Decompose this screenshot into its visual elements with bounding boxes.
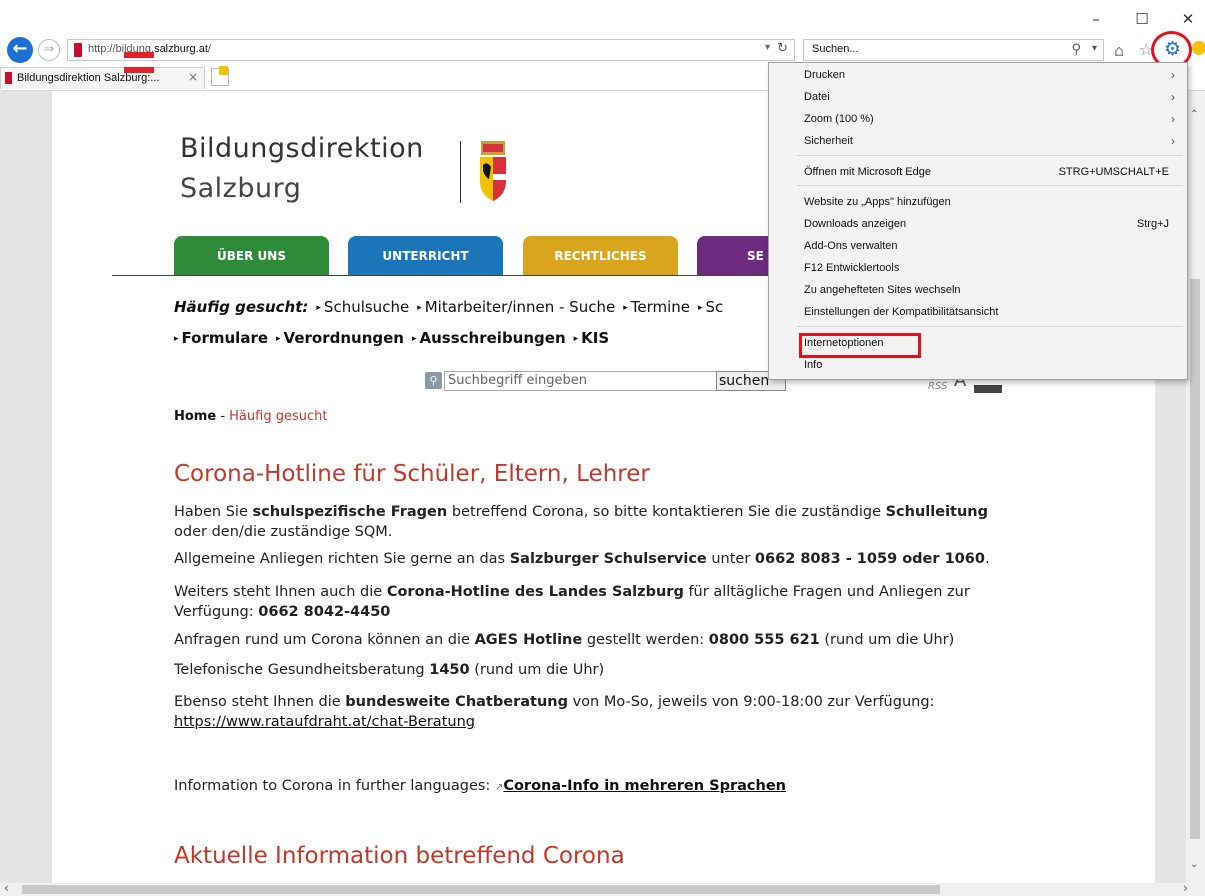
paragraph-landes-hotline: Weiters steht Ihnen auch die Corona-Hotl… <box>174 584 970 620</box>
vertical-scrollbar[interactable]: ⌃ ⌄ <box>1186 91 1205 883</box>
site-favicon-icon <box>74 43 82 57</box>
new-tab-icon <box>219 66 228 75</box>
breadcrumb: Home - Häufig gesucht <box>174 409 328 424</box>
frequent-label: Häufig gesucht: <box>174 298 309 316</box>
menu-item-datei[interactable]: Datei › <box>769 87 1187 109</box>
search-icon[interactable]: ⚲ <box>1071 42 1081 57</box>
chat-beratung-link[interactable]: https://www.rataufdraht.at/chat-Beratung <box>174 714 475 730</box>
menu-item-info[interactable]: Info <box>769 355 1187 377</box>
menu-item-downloads[interactable]: Downloads anzeigen Strg+J <box>769 214 1187 236</box>
new-tab-button[interactable] <box>211 66 229 86</box>
address-dropdown-icon[interactable]: ▾ <box>765 42 770 53</box>
horizontal-scroll-thumb[interactable] <box>22 885 940 894</box>
vertical-scroll-thumb[interactable] <box>1190 279 1200 839</box>
search-placeholder: Suchen... <box>812 43 859 55</box>
menu-item-pinned-sites[interactable]: Zu angehefteten Sites wechseln <box>769 280 1187 302</box>
breadcrumb-home[interactable]: Home <box>174 409 216 424</box>
scroll-left-icon[interactable]: ‹ <box>4 881 9 895</box>
link-formulare[interactable]: Formulare <box>182 329 268 347</box>
site-search-icon: ⚲ <box>425 372 442 389</box>
breadcrumb-current[interactable]: Häufig gesucht <box>229 409 327 424</box>
forward-icon[interactable]: ⇒ <box>38 39 60 61</box>
frequent-searches-row2: ▸ Formulare ▸ Verordnungen ▸ Ausschreibungen ▸… <box>174 329 610 347</box>
tab-active[interactable]: Bildungsdirektion Salzburg:... × <box>0 67 205 89</box>
menu-separator <box>797 185 1183 186</box>
search-input[interactable]: Suchen... ⚲ ▾ <box>803 39 1104 61</box>
paragraph-schulservice: Allgemeine Anliegen richten Sie gerne an… <box>174 551 990 567</box>
contrast-button[interactable] <box>974 385 1002 393</box>
link-ausschreibungen[interactable]: Ausschreibungen <box>420 329 566 347</box>
chevron-right-icon: › <box>1171 68 1175 82</box>
link-mitarbeiter-suche[interactable]: Mitarbeiter/innen - Suche <box>425 298 615 316</box>
scroll-down-icon[interactable]: ⌄ <box>1190 859 1198 870</box>
tab-favicon-icon <box>5 72 12 84</box>
search-dropdown-icon[interactable]: ▾ <box>1092 43 1097 54</box>
logo-flag-icon <box>124 52 154 58</box>
paragraph-1450: Telefonische Gesundheitsberatung 1450 (r… <box>174 662 605 678</box>
logo-subtitle[interactable]: Salzburg <box>180 173 301 204</box>
window-controls: – ☐ ✕ <box>1087 10 1197 32</box>
menu-item-sicherheit[interactable]: Sicherheit › <box>769 131 1187 153</box>
tab-title: Bildungsdirektion Salzburg:... <box>17 72 160 84</box>
link-termine[interactable]: Termine <box>631 298 690 316</box>
menu-item-zoom[interactable]: Zoom (100 %) › <box>769 109 1187 131</box>
scroll-right-icon[interactable]: › <box>1183 881 1188 895</box>
menu-item-f12-devtools[interactable]: F12 Entwicklertools <box>769 258 1187 280</box>
chevron-right-icon: › <box>1171 134 1175 148</box>
chevron-right-icon: › <box>1171 90 1175 104</box>
close-window-button[interactable]: ✕ <box>1179 10 1197 32</box>
home-icon[interactable]: ⌂ <box>1114 41 1124 60</box>
scroll-up-icon[interactable]: ⌃ <box>1190 109 1198 120</box>
nav-unterricht[interactable]: UNTERRICHT <box>348 236 503 276</box>
corona-info-languages-link[interactable]: Corona-Info in mehreren Sprachen <box>503 778 786 794</box>
menu-item-drucken[interactable]: Drucken › <box>769 65 1187 87</box>
link-verordnungen[interactable]: Verordnungen <box>284 329 404 347</box>
coat-of-arms-icon <box>480 141 506 201</box>
refresh-icon[interactable]: ↻ <box>777 41 788 56</box>
rss-link[interactable]: RSS <box>928 381 947 392</box>
menu-separator <box>797 326 1183 327</box>
tools-menu: Drucken › Datei › Zoom (100 %) › Sicherheit… <box>768 62 1188 380</box>
internetoptionen-highlight-box <box>799 333 921 358</box>
heading-aktuelle-information: Aktuelle Information betreffend Corona <box>174 843 625 869</box>
paragraph-chatberatung: Ebenso steht Ihnen die bundesweite Chatb… <box>174 694 935 730</box>
link-schulsuche[interactable]: Schulsuche <box>324 298 409 316</box>
nav-underline <box>112 275 832 276</box>
logo-flag-icon <box>124 67 154 73</box>
logo-separator <box>460 141 461 203</box>
heading-corona-hotline: Corona-Hotline für Schüler, Eltern, Lehr… <box>174 461 650 487</box>
menu-item-compat-view[interactable]: Einstellungen der Kompatibilitätsansicht <box>769 302 1187 324</box>
menu-item-addons[interactable]: Add-Ons verwalten <box>769 236 1187 258</box>
site-search-input[interactable]: Suchbegriff eingeben <box>444 371 718 391</box>
frequent-searches: Häufig gesucht: ▸ Schulsuche ▸ Mitarbeiter/i… <box>174 298 724 316</box>
paragraph-ages-hotline: Anfragen rund um Corona können an die AG… <box>174 632 955 648</box>
menu-item-open-edge[interactable]: Öffnen mit Microsoft Edge STRG+UMSCHALT+E <box>769 162 1187 184</box>
link-sc[interactable]: Sc <box>706 298 724 316</box>
minimize-button[interactable]: – <box>1087 10 1105 32</box>
nav-ueber-uns[interactable]: ÜBER UNS <box>174 236 329 276</box>
paragraph-languages: Information to Corona in further languag… <box>174 778 786 794</box>
maximize-button[interactable]: ☐ <box>1133 10 1151 32</box>
logo-title[interactable]: Bildungsdirektion <box>180 133 424 164</box>
nav-rechtliches[interactable]: RECHTLICHES <box>523 236 678 276</box>
link-kis[interactable]: KIS <box>581 329 609 347</box>
address-bar-row: ← ⇒ http://bildung.salzburg.at/ ▾ ↻ Such… <box>0 31 1205 69</box>
chevron-right-icon: › <box>1171 112 1175 126</box>
paragraph-school-questions: Haben Sie schulspezifische Fragen betref… <box>174 504 988 540</box>
menu-item-add-apps[interactable]: Website zu „Apps" hinzufügen <box>769 192 1187 214</box>
tab-close-icon[interactable]: × <box>188 70 198 84</box>
horizontal-scrollbar[interactable]: ‹ › <box>0 881 1205 896</box>
address-input[interactable]: http://bildung.salzburg.at/ ▾ ↻ <box>67 39 795 61</box>
back-icon[interactable]: ← <box>7 37 33 63</box>
menu-separator <box>797 155 1183 156</box>
smiley-icon[interactable] <box>1192 41 1205 55</box>
